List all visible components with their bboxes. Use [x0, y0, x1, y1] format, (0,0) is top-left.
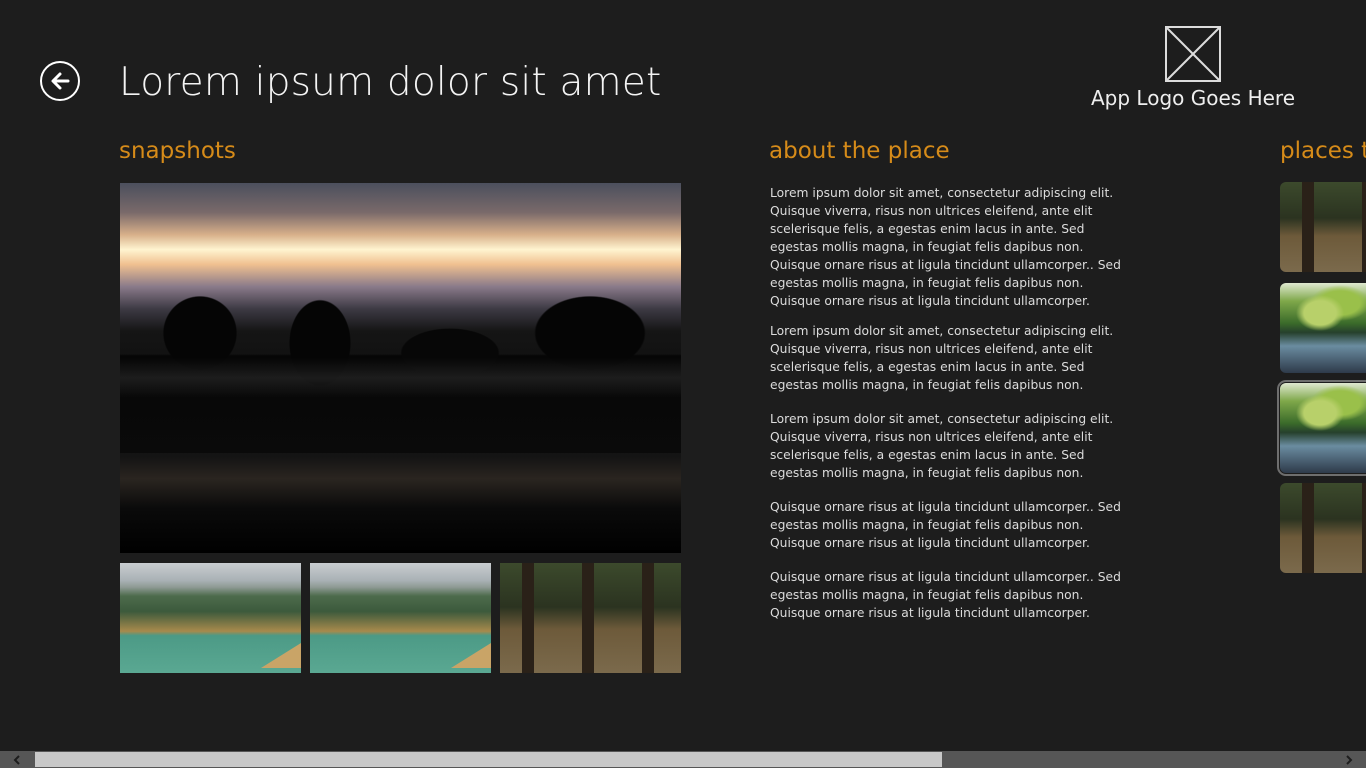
section-header-about: about the place — [769, 138, 950, 164]
mist-layer — [120, 358, 681, 398]
snapshot-thumbnail[interactable] — [500, 563, 681, 673]
about-text: Lorem ipsum dolor sit amet, consectetur … — [770, 184, 1130, 634]
place-tile[interactable] — [1280, 283, 1366, 373]
app-logo: App Logo Goes Here — [1080, 26, 1306, 122]
place-tile-selected[interactable] — [1277, 380, 1366, 476]
about-paragraph: Lorem ipsum dolor sit amet, consectetur … — [770, 186, 1121, 308]
section-header-snapshots: snapshots — [119, 138, 236, 164]
app-logo-label: App Logo Goes Here — [1091, 86, 1295, 110]
back-arrow-icon — [51, 72, 70, 90]
main-snapshot-image[interactable] — [120, 183, 681, 553]
horizontal-scrollbar[interactable] — [0, 751, 1366, 768]
page-title: Lorem ipsum dolor sit amet — [119, 60, 662, 105]
section-header-places: places to — [1280, 138, 1366, 164]
place-tile[interactable] — [1280, 483, 1366, 573]
about-paragraph: Lorem ipsum dolor sit amet, consectetur … — [770, 324, 1114, 392]
snapshot-thumbnail[interactable] — [120, 563, 301, 673]
about-paragraph: Quisque ornare risus at ligula tincidunt… — [770, 570, 1121, 620]
back-button[interactable] — [40, 61, 80, 101]
snapshot-thumbnail[interactable] — [310, 563, 491, 673]
scrollbar-thumb[interactable] — [35, 752, 942, 767]
image-placeholder-icon — [1165, 26, 1221, 82]
chevron-left-icon[interactable] — [0, 751, 34, 768]
place-tile[interactable] — [1280, 182, 1366, 272]
chevron-right-icon[interactable] — [1332, 751, 1366, 768]
about-paragraph: Lorem ipsum dolor sit amet, consectetur … — [770, 412, 1114, 480]
about-paragraph: Quisque ornare risus at ligula tincidunt… — [770, 500, 1121, 550]
